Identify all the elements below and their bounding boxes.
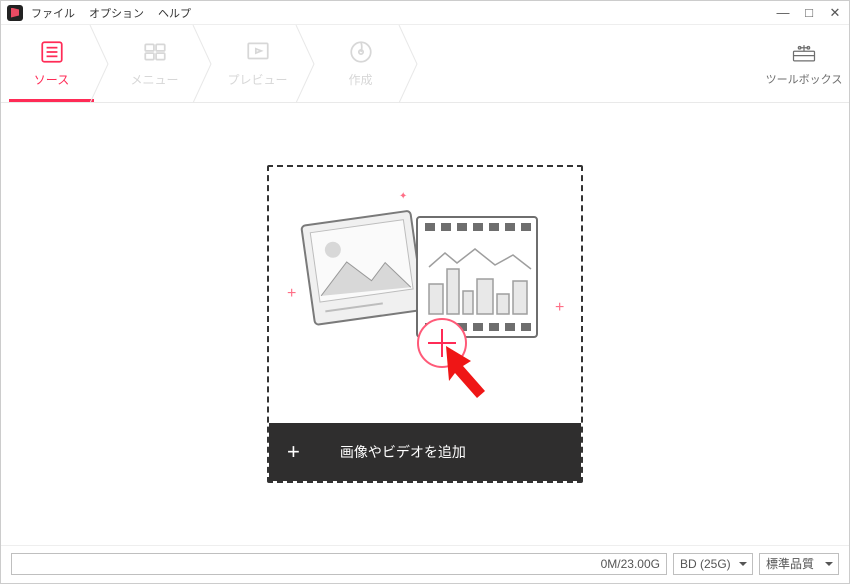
- disc-type-select[interactable]: BD (25G): [673, 553, 753, 575]
- disc-usage-bar: 0M/23.00G: [11, 553, 667, 575]
- disc-usage-text: 0M/23.00G: [601, 557, 660, 571]
- toolbox-icon: [790, 41, 818, 65]
- tab-menu[interactable]: メニュー: [112, 25, 197, 102]
- plus-icon: +: [287, 439, 300, 465]
- step-tabs: ソース メニュー プレビュー 作成 ツールボックス: [1, 25, 849, 103]
- create-icon: [348, 39, 374, 65]
- tab-label: ソース: [34, 71, 69, 88]
- preview-icon: [245, 39, 271, 65]
- quality-select[interactable]: 標準品質: [759, 553, 839, 575]
- step-separator: [197, 25, 215, 102]
- toolbox-label: ツールボックス: [766, 71, 843, 87]
- tab-label: メニュー: [130, 71, 178, 88]
- menu-help[interactable]: ヘルプ: [158, 5, 191, 21]
- sparkle-icon: +: [287, 285, 296, 303]
- app-icon: [7, 5, 23, 21]
- minimize-button[interactable]: —: [775, 5, 791, 21]
- tab-label: 作成: [348, 71, 372, 88]
- workspace: + + ✦ + 画像やビデオを追加: [1, 103, 849, 545]
- step-separator: [94, 25, 112, 102]
- titlebar: ファイル オプション ヘルプ — □ ✕: [1, 1, 849, 25]
- toolbox-button[interactable]: ツールボックス: [759, 25, 849, 102]
- step-separator: [403, 25, 421, 102]
- tab-preview[interactable]: プレビュー: [215, 25, 300, 102]
- dropzone[interactable]: + + ✦ + 画像やビデオを追加: [267, 165, 583, 483]
- close-button[interactable]: ✕: [827, 5, 843, 21]
- statusbar: 0M/23.00G BD (25G) 標準品質: [1, 545, 849, 581]
- add-media-label: 画像やビデオを追加: [340, 442, 466, 462]
- menu-icon: [142, 39, 168, 65]
- step-separator: [300, 25, 318, 102]
- maximize-button[interactable]: □: [801, 5, 817, 21]
- menu-file[interactable]: ファイル: [31, 5, 75, 21]
- sparkle-icon: ✦: [399, 191, 407, 202]
- source-icon: [39, 39, 65, 65]
- dropzone-illustration: + + ✦: [269, 167, 581, 423]
- pointer-arrow-icon: [441, 341, 511, 411]
- active-indicator: [9, 99, 94, 102]
- tab-label: プレビュー: [227, 71, 287, 88]
- window-controls: — □ ✕: [775, 5, 843, 21]
- tab-source[interactable]: ソース: [9, 25, 94, 102]
- sparkle-icon: +: [555, 299, 564, 317]
- tab-create[interactable]: 作成: [318, 25, 403, 102]
- add-media-button[interactable]: + 画像やビデオを追加: [269, 423, 581, 481]
- menu-option[interactable]: オプション: [89, 5, 144, 21]
